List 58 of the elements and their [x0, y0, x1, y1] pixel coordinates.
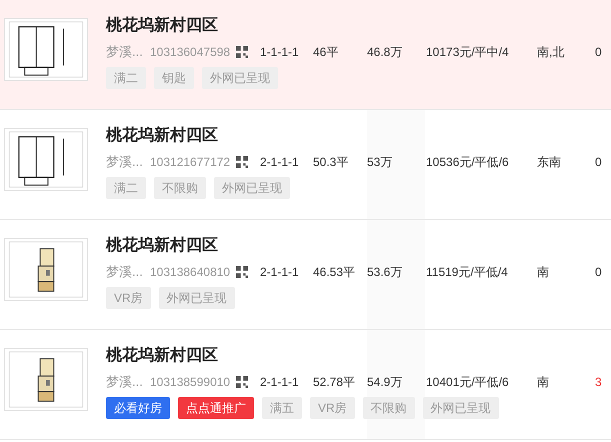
listing-code: 103138640810	[150, 264, 232, 281]
tag: VR房	[106, 287, 151, 309]
listing-title[interactable]: 桃花坞新村四区	[106, 125, 602, 147]
room-layout: 2-1-1-1	[260, 154, 300, 171]
view-count: 0	[595, 264, 602, 281]
orientation: 东南	[537, 154, 562, 171]
total-price: 46.8万	[367, 44, 404, 61]
qr-code-icon[interactable]	[236, 46, 248, 58]
listing-title[interactable]: 桃花坞新村四区	[106, 15, 602, 37]
tag: 满二	[106, 177, 146, 199]
floor-area: 46平	[313, 43, 367, 61]
unit-price: 11519元/平低/4	[426, 264, 509, 281]
floor-area: 50.3平	[313, 153, 367, 171]
listing-code: 103121677172	[150, 154, 232, 171]
district: 梦溪...	[106, 153, 144, 172]
tag: 外网已呈现	[158, 287, 235, 309]
tag: VR房	[310, 397, 355, 419]
view-count: 0	[595, 44, 602, 61]
total-price: 53万	[367, 154, 394, 171]
tag: 不限购	[154, 177, 206, 199]
listing-code: 103136047598	[150, 44, 232, 61]
view-count: 0	[595, 154, 602, 171]
qr-code-icon[interactable]	[236, 376, 248, 388]
tag: 外网已呈现	[422, 397, 499, 419]
tag: 满二	[106, 67, 146, 89]
floor-area: 46.53平	[313, 263, 367, 281]
district: 梦溪...	[106, 373, 144, 392]
tag: 满五	[262, 397, 302, 419]
listing-title[interactable]: 桃花坞新村四区	[106, 235, 602, 257]
listing-row[interactable]: 桃花坞新村四区 梦溪... 103138599010 2-1-1-1 52.78平 54.9万 10401元/平低/6 南 3 必看好房 点点通推广 满五 VR房 不限购 外网已呈现	[0, 330, 611, 440]
unit-price: 10536元/平低/6	[426, 154, 510, 171]
orientation: 南,北	[537, 44, 566, 61]
qr-code-icon[interactable]	[236, 266, 248, 278]
listing-row[interactable]: 桃花坞新村四区 梦溪... 103138640810 2-1-1-1 46.53平 53.6万 11519元/平低/4 南 0 VR房 外网已呈现	[0, 220, 611, 330]
listing-row[interactable]: 桃花坞新村四区 梦溪... 103121677172 2-1-1-1 50.3平 53万 10536元/平低/6 东南 0 满二 不限购 外网已呈现	[0, 110, 611, 220]
orientation: 南	[537, 374, 550, 391]
listing-code: 103138599010	[150, 374, 232, 391]
tag: 不限购	[362, 397, 415, 419]
tag: 点点通推广	[178, 397, 254, 419]
district: 梦溪...	[106, 263, 144, 282]
orientation: 南	[537, 264, 550, 281]
total-price: 53.6万	[367, 264, 404, 281]
listing-row[interactable]: 桃花坞新村四区 梦溪... 103136047598 1-1-1-1 46平 46.8万 10173元/平中/4 南,北 0 满二 钥匙 外网已呈现	[0, 0, 611, 110]
unit-price: 10173元/平中/4	[426, 44, 510, 61]
tag: 必看好房	[106, 397, 170, 419]
listing-title[interactable]: 桃花坞新村四区	[106, 345, 602, 367]
qr-code-icon[interactable]	[236, 156, 248, 168]
room-layout: 2-1-1-1	[260, 374, 300, 391]
view-count: 3	[595, 374, 602, 391]
room-layout: 1-1-1-1	[260, 44, 300, 61]
room-layout: 2-1-1-1	[260, 264, 300, 281]
unit-price: 10401元/平低/6	[426, 374, 510, 391]
district: 梦溪...	[106, 43, 144, 62]
total-price: 54.9万	[367, 374, 404, 391]
floor-area: 52.78平	[313, 373, 367, 391]
tag: 外网已呈现	[214, 177, 290, 199]
tag: 钥匙	[154, 67, 194, 89]
tag: 外网已呈现	[202, 67, 278, 89]
